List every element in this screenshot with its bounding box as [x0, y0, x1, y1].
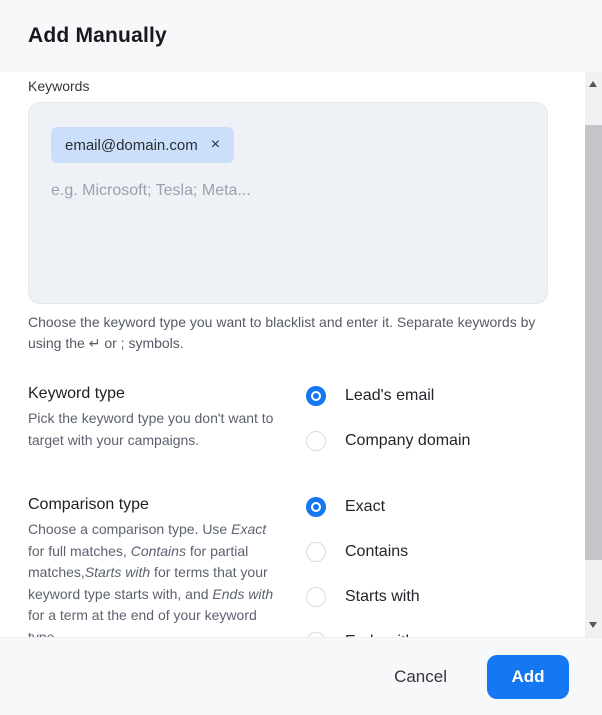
comparison-type-title: Comparison type [28, 496, 306, 514]
keywords-placeholder: e.g. Microsoft; Tesla; Meta... [51, 182, 525, 200]
add-manually-modal: Add Manually Keywords email@domain.com ×… [0, 0, 602, 715]
radio-icon[interactable] [306, 431, 326, 451]
keyword-chip: email@domain.com × [51, 127, 234, 163]
radio-label: Contains [345, 543, 408, 561]
modal-body: Keywords email@domain.com × e.g. Microso… [0, 72, 585, 637]
radio-label: Lead's email [345, 387, 434, 405]
modal-title: Add Manually [28, 24, 167, 48]
radio-option-contains[interactable]: Contains [306, 542, 548, 562]
keywords-input[interactable]: email@domain.com × e.g. Microsoft; Tesla… [28, 102, 548, 304]
radio-label: Exact [345, 498, 385, 516]
add-button[interactable]: Add [487, 655, 569, 699]
cancel-button[interactable]: Cancel [384, 661, 457, 693]
modal-footer: Cancel Add [0, 637, 602, 715]
radio-icon[interactable] [306, 497, 326, 517]
chip-remove-icon[interactable]: × [211, 137, 220, 153]
modal-header: Add Manually [0, 0, 602, 72]
comparison-type-section: Comparison type Choose a comparison type… [28, 496, 548, 637]
comparison-type-description: Choose a comparison type. Use Exact for … [28, 519, 282, 637]
radio-option-exact[interactable]: Exact [306, 497, 548, 517]
keyword-chip-text: email@domain.com [65, 137, 198, 154]
radio-icon[interactable] [306, 386, 326, 406]
radio-icon[interactable] [306, 587, 326, 607]
radio-label: Starts with [345, 588, 420, 606]
radio-label: Company domain [345, 432, 470, 450]
scrollbar-thumb[interactable] [585, 125, 602, 560]
radio-icon[interactable] [306, 542, 326, 562]
keywords-helper-text: Choose the keyword type you want to blac… [28, 312, 550, 354]
scroll-up-icon[interactable] [589, 81, 597, 87]
keyword-type-description: Pick the keyword type you don't want to … [28, 408, 282, 451]
keywords-label: Keywords [28, 78, 548, 94]
vertical-scrollbar[interactable] [585, 72, 602, 637]
radio-option-company-domain[interactable]: Company domain [306, 431, 548, 451]
scroll-down-icon[interactable] [589, 622, 597, 628]
radio-option-starts-with[interactable]: Starts with [306, 587, 548, 607]
keyword-type-section: Keyword type Pick the keyword type you d… [28, 385, 548, 451]
radio-option-leads-email[interactable]: Lead's email [306, 386, 548, 406]
keyword-type-title: Keyword type [28, 385, 306, 403]
